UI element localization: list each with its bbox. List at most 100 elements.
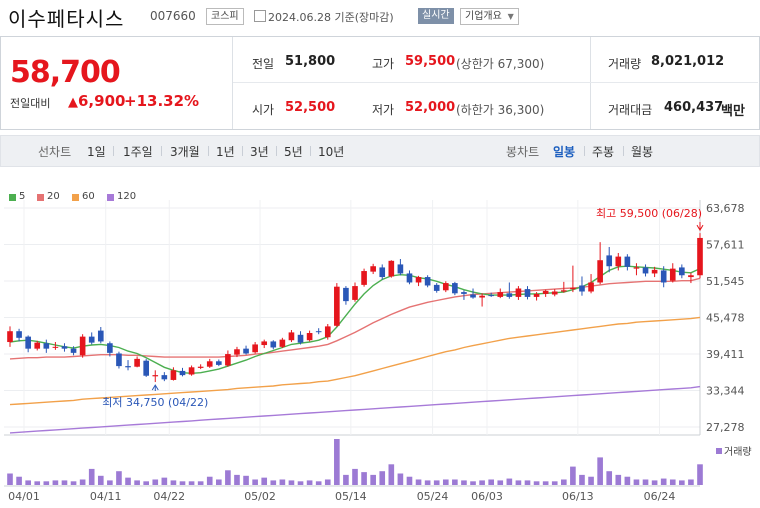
y-tick-label: 27,278 [706, 421, 745, 434]
candle-body [651, 269, 658, 274]
tab-5y[interactable]: 5년 [284, 143, 303, 160]
candle-body [479, 295, 485, 298]
y-tick-label: 57,611 [706, 239, 745, 252]
divider [242, 146, 243, 156]
candle-body [370, 266, 376, 272]
candle-body [161, 375, 168, 380]
volume-bar [433, 480, 440, 485]
candle-body [61, 346, 68, 349]
volume-bar [152, 479, 159, 485]
compare-label: 전일대비 [10, 97, 51, 110]
candle-body [570, 287, 576, 290]
volume-bar [515, 480, 522, 485]
candle-body [134, 358, 140, 367]
divider [310, 146, 311, 156]
volume-bar [442, 479, 449, 485]
candle-body [352, 286, 358, 300]
tab-1w[interactable]: 1주일 [123, 143, 153, 160]
volume-bar [70, 481, 77, 485]
company-info-label: 기업개요 [465, 11, 502, 22]
volume-legend-swatch [716, 448, 722, 454]
candle-body [624, 256, 631, 267]
volume-bar [579, 474, 585, 485]
volume-bar [470, 481, 476, 485]
trading-value-label: 거래대금 [608, 103, 653, 117]
volume-bar [170, 480, 177, 485]
candle-body [216, 361, 222, 365]
tab-3m[interactable]: 3개월 [170, 143, 200, 160]
divider [208, 146, 209, 156]
candle-body [297, 334, 304, 343]
tab-1y[interactable]: 1년 [216, 143, 235, 160]
volume-bar [25, 480, 31, 485]
candle-body [97, 330, 104, 342]
volume-bar [279, 479, 286, 485]
volume-bar [225, 470, 231, 485]
x-tick-label: 05/24 [417, 490, 449, 503]
divider [233, 82, 758, 83]
chevron-down-icon: ▼ [507, 12, 514, 21]
high-annotation: 최고 59,500 (06/28) [596, 207, 702, 220]
divider [161, 146, 162, 156]
divider [623, 146, 624, 156]
current-price: 58,700 [10, 55, 121, 90]
candle-body [461, 292, 467, 294]
candle-body [533, 293, 540, 297]
candle-body [406, 273, 413, 283]
volume-label: 거래량 [724, 446, 752, 458]
company-info-dropdown[interactable]: 기업개요 ▼ [460, 8, 519, 25]
line-chart-label: 선차트 [38, 145, 72, 159]
candle-body [615, 256, 622, 267]
volume-bar [452, 479, 458, 485]
volume-bar [424, 480, 431, 485]
candle-body [179, 370, 186, 376]
candle-body [606, 255, 613, 267]
tab-monthly[interactable]: 월봉 [631, 143, 653, 160]
trading-value-unit: 백만 [721, 104, 745, 119]
candle-body [415, 277, 422, 283]
volume-bar [370, 474, 376, 485]
volume-bar [597, 457, 603, 485]
prev-close-label: 전일 [252, 57, 275, 71]
y-tick-label: 33,344 [706, 385, 745, 398]
candle-body [270, 341, 277, 348]
volume-bar [570, 466, 576, 485]
price-change-percent: +13.32% [124, 92, 200, 110]
volume-bar [143, 481, 149, 485]
volume-bar [415, 479, 422, 485]
candle-body [343, 287, 349, 302]
candle-body [660, 270, 667, 283]
divider [113, 146, 114, 156]
price-change-value: 6,900 [78, 92, 126, 110]
realtime-button[interactable]: 실시간 [418, 8, 454, 24]
candle-body [515, 288, 522, 297]
high-label: 고가 [372, 57, 395, 71]
candle-body [79, 336, 86, 356]
volume-bar [479, 480, 485, 485]
tab-3y[interactable]: 3년 [250, 143, 269, 160]
tab-10y[interactable]: 10년 [318, 143, 344, 160]
volume-bar [97, 475, 104, 485]
candle-body [125, 366, 131, 368]
candle-body [116, 353, 122, 367]
candle-body [52, 346, 59, 348]
volume-bar [388, 464, 395, 485]
candle-body [288, 332, 295, 341]
volume-bar [697, 464, 703, 485]
volume-bar [315, 481, 322, 485]
candle-body [170, 370, 177, 380]
volume-bar [43, 481, 50, 485]
volume-bar [334, 439, 340, 485]
trading-value: 460,437 [664, 100, 724, 115]
candle-body [633, 267, 640, 269]
candle-body [7, 331, 13, 343]
tab-1d[interactable]: 1일 [87, 143, 106, 160]
volume-bar [88, 468, 95, 485]
candlestick-chart[interactable]: 63,678 57,611 51,545 45,478 39,411 33,344 27,2… [0, 195, 760, 508]
tab-weekly[interactable]: 주봉 [592, 143, 614, 160]
candle-body [315, 331, 322, 333]
ma120-line [9, 385, 701, 434]
candle-chart-label: 봉차트 [506, 145, 540, 159]
candle-body [243, 348, 249, 354]
tab-daily[interactable]: 일봉 [553, 143, 575, 160]
